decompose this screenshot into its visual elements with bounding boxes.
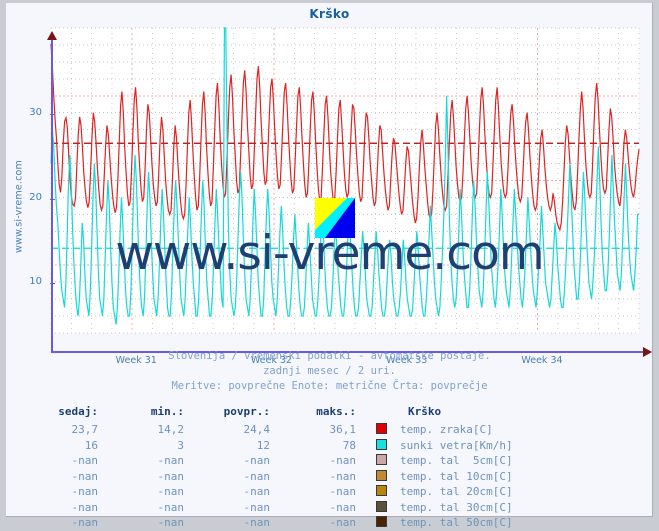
header-min: min.:: [150, 404, 184, 418]
cell-maks: -nan: [329, 469, 357, 483]
cell-maks: 78: [342, 438, 356, 452]
header-maks: maks.:: [316, 404, 356, 418]
chart-caption: Slovenija / vremenski podatki - avtomats…: [6, 349, 653, 394]
table-row: 16 3 12 78 sunki vetra[Km/h]: [24, 438, 513, 454]
cell-min: -nan: [157, 516, 185, 530]
table-row: -nan -nan -nan -nan temp. tal 10cm[C]: [24, 469, 513, 485]
y-axis-arrow-icon: [47, 31, 57, 40]
cell-min: -nan: [157, 500, 185, 514]
cell-sedaj: -nan: [71, 485, 99, 499]
y-tick-mark: [50, 198, 55, 200]
swatch-icon: [376, 469, 387, 481]
legend-label: temp. tal 30cm[C]: [400, 500, 513, 514]
cell-sedaj: -nan: [71, 516, 99, 530]
cell-maks: 36,1: [329, 423, 357, 437]
y-axis: [51, 39, 53, 351]
cell-povpr: 24,4: [243, 423, 271, 437]
cell-povpr: -nan: [243, 516, 271, 530]
header-swatch-spacer: [368, 403, 396, 422]
table-row: -nan -nan -nan -nan temp. tal 30cm[C]: [24, 500, 513, 516]
cell-sedaj: 23,7: [71, 423, 99, 437]
legend-color-swatch: [368, 500, 396, 516]
header-povpr: povpr.:: [223, 404, 270, 418]
cell-min: -nan: [157, 485, 185, 499]
cell-povpr: -nan: [243, 500, 271, 514]
cell-sedaj: -nan: [71, 500, 99, 514]
table-row: -nan -nan -nan -nan temp. tal 50cm[C]: [24, 515, 513, 531]
table-body: 23,7 14,2 24,4 36,1 temp. zraka[C] 16 3 12 78 sun…: [24, 422, 513, 531]
legend-label: temp. tal 10cm[C]: [400, 469, 513, 483]
y-tick-mark: [50, 113, 55, 115]
legend-label: temp. zraka[C]: [400, 423, 493, 437]
header-sedaj: sedaj:: [58, 404, 98, 418]
header-station: Krško: [408, 404, 442, 418]
cell-sedaj: -nan: [71, 454, 99, 468]
legend-label: temp. tal 5cm[C]: [400, 454, 513, 468]
weather-chart: 10 20 30 Week 31 Week 32 Week 33 Week 34 www.…: [6, 21, 653, 366]
legend-color-swatch: [368, 469, 396, 485]
cell-min: -nan: [157, 469, 185, 483]
caption-line-3: Meritve: povprečne Enote: metrične Črta:…: [171, 380, 488, 392]
cell-sedaj: 16: [84, 438, 98, 452]
legend-color-swatch: [368, 453, 396, 469]
cell-povpr: -nan: [243, 454, 271, 468]
cell-min: 14,2: [157, 423, 185, 437]
cell-min: -nan: [157, 454, 185, 468]
statistics-table: sedaj: min.: povpr.: maks.: Krško 23,7 14…: [24, 403, 513, 531]
y-tick-label: 30: [29, 106, 42, 118]
legend-color-swatch: [368, 438, 396, 454]
swatch-icon: [376, 423, 387, 435]
table-row: -nan -nan -nan -nan temp. tal 5cm[C]: [24, 453, 513, 469]
cell-sedaj: -nan: [71, 469, 99, 483]
cell-maks: -nan: [329, 454, 357, 468]
series-layer: [50, 27, 640, 325]
legend-color-swatch: [368, 484, 396, 500]
table-header-row: sedaj: min.: povpr.: maks.: Krško: [24, 403, 513, 422]
y-tick-mark: [50, 283, 55, 285]
legend-color-swatch: [368, 515, 396, 531]
swatch-icon: [376, 438, 387, 450]
cell-povpr: 12: [256, 438, 270, 452]
cell-maks: -nan: [329, 500, 357, 514]
page-title: Krško: [309, 7, 350, 21]
cell-min: 3: [177, 438, 184, 452]
table-row: -nan -nan -nan -nan temp. tal 20cm[C]: [24, 484, 513, 500]
y-tick-label: 10: [29, 276, 42, 288]
chart-page: Krško 10 20 30 Week 31 Week 32 Week 33 Week 3…: [6, 3, 653, 529]
cell-maks: -nan: [329, 485, 357, 499]
caption-line-1: Slovenija / vremenski podatki - avtomats…: [168, 350, 491, 362]
swatch-icon: [376, 500, 387, 512]
table-row: 23,7 14,2 24,4 36,1 temp. zraka[C]: [24, 422, 513, 438]
side-watermark-text: www.si-vreme.com: [13, 160, 25, 253]
cell-povpr: -nan: [243, 469, 271, 483]
caption-line-2: zadnji mesec / 2 uri.: [263, 365, 396, 377]
legend-label: sunki vetra[Km/h]: [400, 438, 513, 452]
cell-povpr: -nan: [243, 485, 271, 499]
swatch-icon: [376, 454, 387, 466]
plot-area: [50, 27, 640, 334]
legend-label: temp. tal 20cm[C]: [400, 485, 513, 499]
swatch-icon: [376, 485, 387, 497]
cell-maks: -nan: [329, 516, 357, 530]
legend-color-swatch: [368, 422, 396, 438]
legend-label: temp. tal 50cm[C]: [400, 516, 513, 530]
